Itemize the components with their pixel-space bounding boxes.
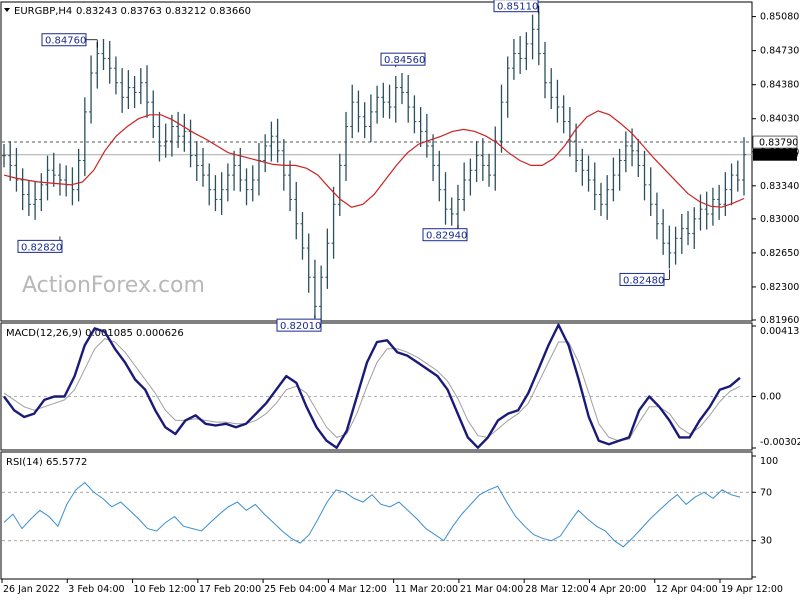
annotation-value: 0.82480 <box>623 275 664 286</box>
annotation-value: 0.82010 <box>280 321 321 332</box>
symbol-label: EURGBP,H4 <box>14 6 72 17</box>
time-tick-label: 12 Apr 04:00 <box>656 584 718 595</box>
price-header: EURGBP,H4 0.83243 0.83763 0.83212 0.8366… <box>4 6 251 17</box>
rsi-tick-label: 100 <box>760 456 778 467</box>
annotation-value: 0.84560 <box>384 55 425 66</box>
time-tick-label: 10 Feb 12:00 <box>134 584 196 595</box>
reference-level-value: 0.83790 <box>759 138 798 149</box>
annotation-value: 0.82820 <box>21 242 62 253</box>
forex-chart: EURGBP,H4 0.83243 0.83763 0.83212 0.8366… <box>0 0 800 600</box>
price-tick-label: 0.81960 <box>760 315 799 326</box>
price-tick-label: 0.83340 <box>760 181 799 192</box>
price-tick-label: 0.84030 <box>760 114 799 125</box>
current-price-value: 0.83660 <box>759 150 798 161</box>
ohlc-values: 0.83243 0.83763 0.83212 0.83660 <box>76 6 251 17</box>
time-tick-label: 26 Jan 2022 <box>3 584 60 595</box>
price-tick-label: 0.83000 <box>760 214 799 225</box>
time-tick-label: 19 Apr 12:00 <box>721 584 783 595</box>
annotation-value: 0.82940 <box>426 231 467 242</box>
time-tick-label: 11 Mar 20:00 <box>395 584 458 595</box>
rsi-tick-label: 70 <box>760 487 772 498</box>
time-tick-label: 28 Mar 12:00 <box>525 584 588 595</box>
price-tick-label: 0.84730 <box>760 46 799 57</box>
macd-tick-label: -0.00302 <box>760 437 800 448</box>
watermark-text: ActionForex.com <box>22 273 205 298</box>
time-tick-label: 17 Feb 20:00 <box>199 584 261 595</box>
chart-background <box>0 0 800 600</box>
rsi-tick-label: 30 <box>760 536 772 547</box>
annotation-value: 0.84760 <box>45 36 86 47</box>
time-tick-label: 25 Feb 04:00 <box>264 584 326 595</box>
annotation-value: 0.85110 <box>497 2 538 13</box>
time-tick-label: 3 Feb 04:00 <box>68 584 124 595</box>
macd-tick-label: 0.00 <box>760 392 781 403</box>
price-tick-label: 0.82300 <box>760 282 799 293</box>
price-tick-label: 0.82650 <box>760 248 799 259</box>
time-tick-label: 4 Apr 20:00 <box>590 584 646 595</box>
price-tick-label: 0.85080 <box>760 12 799 23</box>
price-tick-label: 0.84380 <box>760 80 799 91</box>
time-tick-label: 4 Mar 12:00 <box>329 584 386 595</box>
rsi-title: RSI(14) 65.5772 <box>6 457 87 468</box>
time-tick-label: 21 Mar 04:00 <box>460 584 523 595</box>
macd-tick-label: 0.004138 <box>760 326 800 337</box>
